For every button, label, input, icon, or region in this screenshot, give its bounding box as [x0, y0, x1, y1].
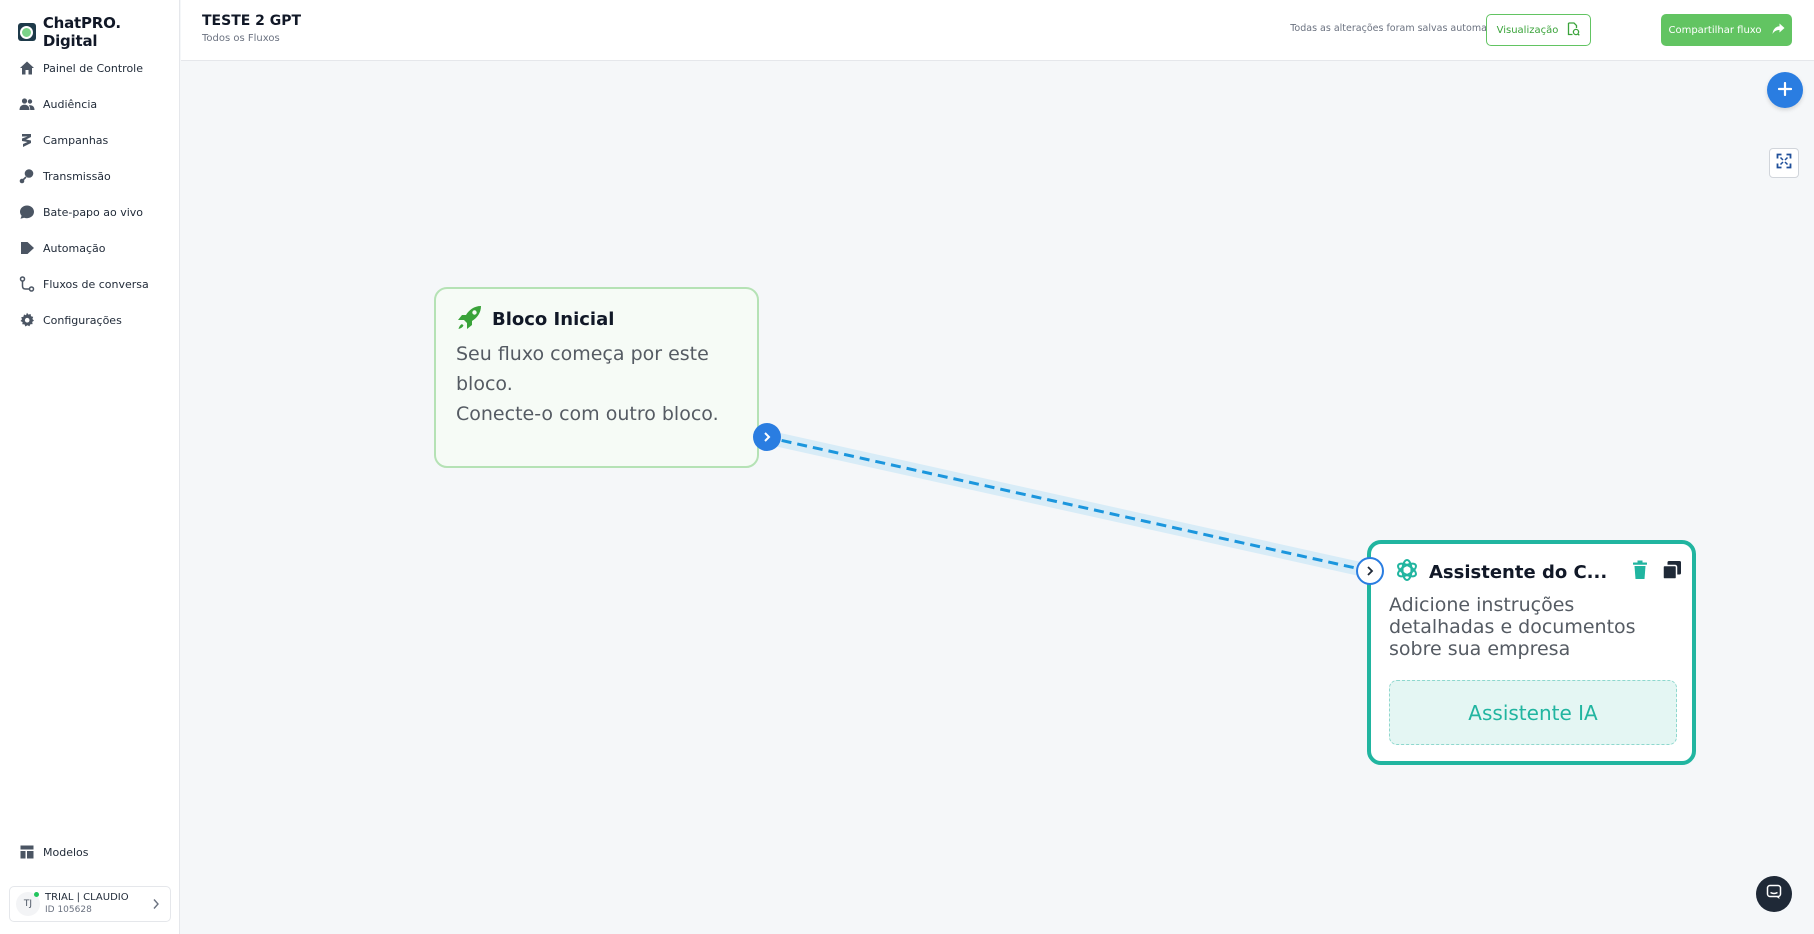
brand-name: ChatPRO. Digital [42, 14, 121, 50]
broadcast-icon [19, 168, 35, 184]
sidebar-item-label: Audiência [43, 97, 98, 111]
sidebar-item-painel[interactable]: Painel de Controle [0, 50, 180, 86]
brand[interactable]: ChatPRO. Digital [18, 14, 179, 50]
openai-icon [1393, 556, 1421, 588]
plus-icon [1777, 81, 1793, 100]
sidebar-item-fluxos[interactable]: Fluxos de conversa [0, 266, 180, 302]
share-flow-button[interactable]: Compartilhar fluxo [1661, 14, 1792, 46]
trash-icon[interactable] [1632, 560, 1648, 584]
sidebar-item-label: Fluxos de conversa [43, 277, 149, 291]
preview-button-label: Visualização [1496, 24, 1559, 36]
chevron-right-icon [1364, 562, 1376, 581]
ai-assistant-block-node[interactable]: Assistente do C... Adicione instruções d… [1367, 540, 1696, 765]
flow-icon [19, 276, 35, 292]
duplicate-icon[interactable] [1662, 560, 1682, 584]
chevron-right-icon [761, 428, 773, 447]
chat-bubble-icon [1766, 884, 1782, 904]
share-button-label: Compartilhar fluxo [1668, 24, 1762, 36]
ai-block-description: Adicione instruções detalhadas e documen… [1389, 594, 1636, 660]
preview-button[interactable]: Visualização [1486, 14, 1591, 46]
fullscreen-icon [1776, 153, 1792, 173]
preview-icon [1566, 21, 1581, 39]
sidebar-bottom: Modelos [0, 834, 180, 870]
sidebar: ChatPRO. Digital Painel de Controle Audi… [0, 0, 180, 934]
start-block-description-line: Conecte-o com outro bloco. [456, 403, 719, 425]
avatar-initials: TJ [23, 899, 33, 909]
sidebar-item-label: Campanhas [43, 133, 109, 147]
sidebar-item-modelos[interactable]: Modelos [0, 834, 180, 870]
chevron-right-icon [152, 898, 160, 913]
start-block-description-line: Seu fluxo começa por este bloco. [456, 343, 709, 395]
user-name: TRIAL | CLAUDIO [45, 892, 129, 903]
ai-assistant-button[interactable]: Assistente IA [1389, 680, 1677, 745]
users-icon [19, 96, 35, 112]
sidebar-item-audiencia[interactable]: Audiência [0, 86, 180, 122]
sidebar-item-transmissao[interactable]: Transmissão [0, 158, 180, 194]
flow-header: TESTE 2 GPT Todos os Fluxos Todas as alt… [181, 0, 1814, 61]
avatar: TJ [16, 892, 40, 916]
sidebar-item-label: Modelos [43, 845, 89, 859]
home-icon [19, 60, 35, 76]
sidebar-item-label: Painel de Controle [43, 61, 144, 75]
ai-block-title: Assistente do C... [1429, 561, 1608, 583]
automation-icon [19, 240, 35, 256]
ai-block-input-handle[interactable] [1356, 557, 1384, 585]
start-block-title: Bloco Inicial [492, 308, 615, 330]
add-block-button[interactable] [1767, 72, 1803, 108]
flow-canvas[interactable] [181, 62, 1814, 934]
start-block-node[interactable]: Bloco Inicial Seu fluxo começa por este … [434, 287, 759, 468]
sidebar-item-bate-papo[interactable]: Bate-papo ao vivo [0, 194, 180, 230]
chat-icon [19, 204, 35, 220]
support-chat-button[interactable] [1756, 876, 1792, 912]
sidebar-item-label: Configurações [43, 313, 122, 327]
gear-icon [19, 312, 35, 328]
sidebar-item-campanhas[interactable]: Campanhas [0, 122, 180, 158]
start-block-output-handle[interactable] [753, 423, 781, 451]
fit-view-button[interactable] [1769, 148, 1799, 178]
start-block-description: Seu fluxo começa por este bloco. Conecte… [456, 339, 746, 429]
sidebar-item-configuracoes[interactable]: Configurações [0, 302, 180, 338]
templates-icon [19, 844, 35, 860]
rocket-icon [456, 303, 484, 335]
share-icon [1772, 23, 1785, 38]
campaign-icon [19, 132, 35, 148]
sidebar-item-label: Automação [43, 241, 106, 255]
user-info: TRIAL | CLAUDIO ID 105628 [45, 892, 129, 916]
ai-block-header: Assistente do C... [1393, 556, 1607, 588]
online-status-dot [34, 892, 39, 897]
sidebar-item-label: Transmissão [43, 169, 111, 183]
sidebar-item-label: Bate-papo ao vivo [43, 205, 144, 219]
sidebar-item-automacao[interactable]: Automação [0, 230, 180, 266]
user-account-card[interactable]: TJ TRIAL | CLAUDIO ID 105628 [9, 886, 171, 922]
user-id: ID 105628 [45, 905, 92, 915]
page-title: TESTE 2 GPT [202, 13, 302, 29]
start-block-header: Bloco Inicial [456, 303, 614, 335]
brand-logo-icon [18, 23, 36, 41]
sidebar-nav: Painel de Controle Audiência Campanhas T… [0, 50, 180, 338]
breadcrumb[interactable]: Todos os Fluxos [202, 33, 280, 44]
ai-block-actions [1632, 560, 1682, 584]
